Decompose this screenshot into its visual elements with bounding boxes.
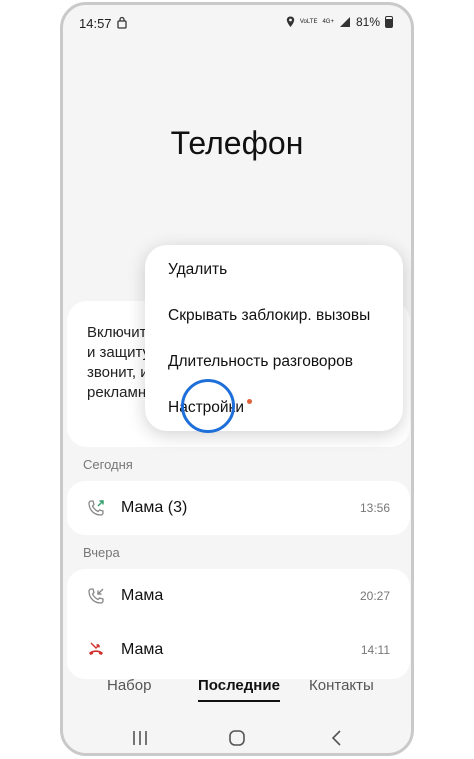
today-call-list: Мама (3) 13:56 xyxy=(67,481,410,535)
back-icon[interactable] xyxy=(325,726,349,750)
menu-item-call-duration[interactable]: Длительность разговоров xyxy=(168,353,353,371)
incoming-call-icon xyxy=(88,588,104,604)
yesterday-call-list: Мама 20:27 Мама 14:11 xyxy=(67,569,410,679)
tab-contacts[interactable]: Контакты xyxy=(309,677,374,694)
tap-indicator xyxy=(181,379,235,433)
menu-item-hide-blocked[interactable]: Скрывать заблокир. вызовы xyxy=(168,307,370,325)
battery-percent: 81% xyxy=(355,15,380,29)
tab-recents[interactable]: Последние xyxy=(198,677,280,702)
status-bar: 14:57 VoLTE 4G+ 81% xyxy=(63,5,411,41)
call-row[interactable]: Мама (3) 13:56 xyxy=(67,481,410,535)
call-row[interactable]: Мама 20:27 xyxy=(67,569,410,623)
section-today: Сегодня xyxy=(83,457,133,472)
call-time: 13:56 xyxy=(359,501,390,515)
tab-keypad[interactable]: Набор xyxy=(107,677,151,694)
call-contact-name: Мама xyxy=(121,587,164,604)
menu-item-delete[interactable]: Удалить xyxy=(168,261,227,279)
status-time: 14:57 xyxy=(79,16,112,31)
phone-frame: 14:57 VoLTE 4G+ 81% Телефон Включит и за xyxy=(60,2,414,756)
status-right: VoLTE 4G+ 81% xyxy=(286,15,393,29)
recent-apps-icon[interactable] xyxy=(128,726,152,750)
volte-label: VoLTE xyxy=(299,19,318,25)
lock-icon xyxy=(117,16,127,29)
notification-dot xyxy=(247,399,253,404)
battery-icon xyxy=(385,16,393,28)
outgoing-call-icon xyxy=(88,500,104,516)
call-time: 20:27 xyxy=(359,589,390,603)
network-type-label: 4G+ xyxy=(322,19,334,25)
signal-icon xyxy=(339,16,350,27)
navigation-bar xyxy=(63,720,411,753)
page-title: Телефон xyxy=(170,125,304,161)
home-icon[interactable] xyxy=(225,726,249,750)
bottom-tabs: Набор Последние Контакты xyxy=(63,677,411,707)
missed-call-icon xyxy=(89,642,103,655)
call-contact-name: Мама xyxy=(121,641,164,658)
section-yesterday: Вчера xyxy=(83,545,120,560)
call-contact-name: Мама (3) xyxy=(121,499,188,516)
call-time: 14:11 xyxy=(360,643,390,657)
call-row[interactable]: Мама 14:11 xyxy=(67,623,410,677)
location-icon xyxy=(286,16,295,27)
